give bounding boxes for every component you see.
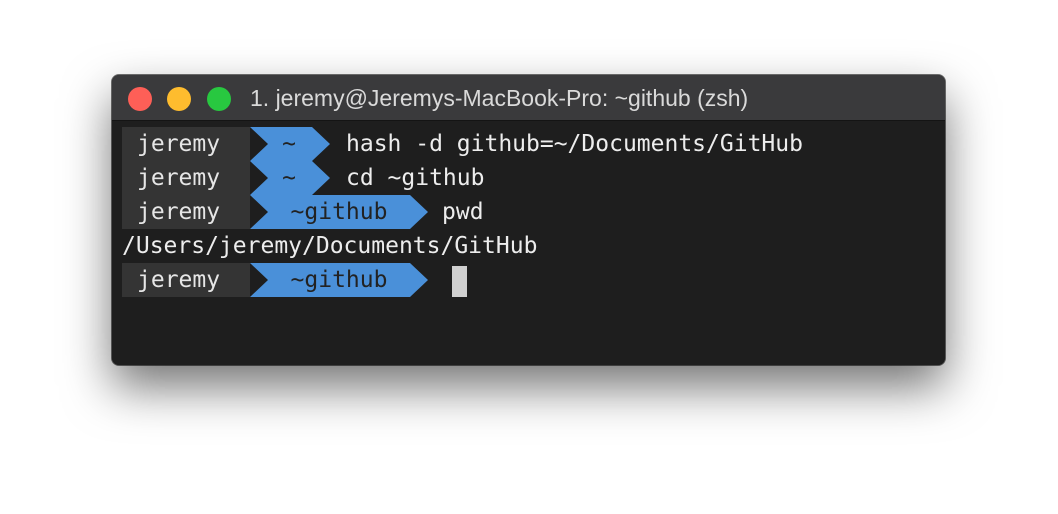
title-bar[interactable]: 1. jeremy@Jeremys-MacBook-Pro: ~github (… bbox=[112, 75, 945, 121]
command-text: hash -d github=~/Documents/GitHub bbox=[346, 131, 803, 157]
terminal-line: jeremy ~github pwd bbox=[122, 195, 484, 229]
window-title: 1. jeremy@Jeremys-MacBook-Pro: ~github (… bbox=[250, 85, 749, 111]
prompt-directory: ~ bbox=[250, 127, 330, 161]
terminal-window: 1. jeremy@Jeremys-MacBook-Pro: ~github (… bbox=[112, 75, 945, 365]
command-output: /Users/jeremy/Documents/GitHub bbox=[122, 233, 538, 259]
terminal-line: jeremy ~ hash -d github=~/Documents/GitH… bbox=[122, 127, 803, 161]
terminal-content[interactable]: jeremy ~ hash -d github=~/Documents/GitH… bbox=[112, 121, 945, 365]
prompt-user: jeremy bbox=[122, 263, 250, 297]
close-button[interactable] bbox=[128, 87, 152, 111]
prompt-user: jeremy bbox=[122, 195, 250, 229]
prompt-user: jeremy bbox=[122, 127, 250, 161]
command-text: cd ~github bbox=[346, 165, 485, 191]
prompt-directory: ~github bbox=[250, 263, 428, 297]
minimize-button[interactable] bbox=[167, 87, 191, 111]
terminal-line: jeremy ~ cd ~github bbox=[122, 161, 484, 195]
prompt-directory: ~github bbox=[250, 195, 428, 229]
command-text: pwd bbox=[442, 199, 484, 225]
text-cursor bbox=[452, 266, 467, 297]
prompt-user: jeremy bbox=[122, 161, 250, 195]
active-prompt-line[interactable]: jeremy ~github bbox=[122, 263, 467, 297]
prompt-directory: ~ bbox=[250, 161, 330, 195]
zoom-button[interactable] bbox=[207, 87, 231, 111]
